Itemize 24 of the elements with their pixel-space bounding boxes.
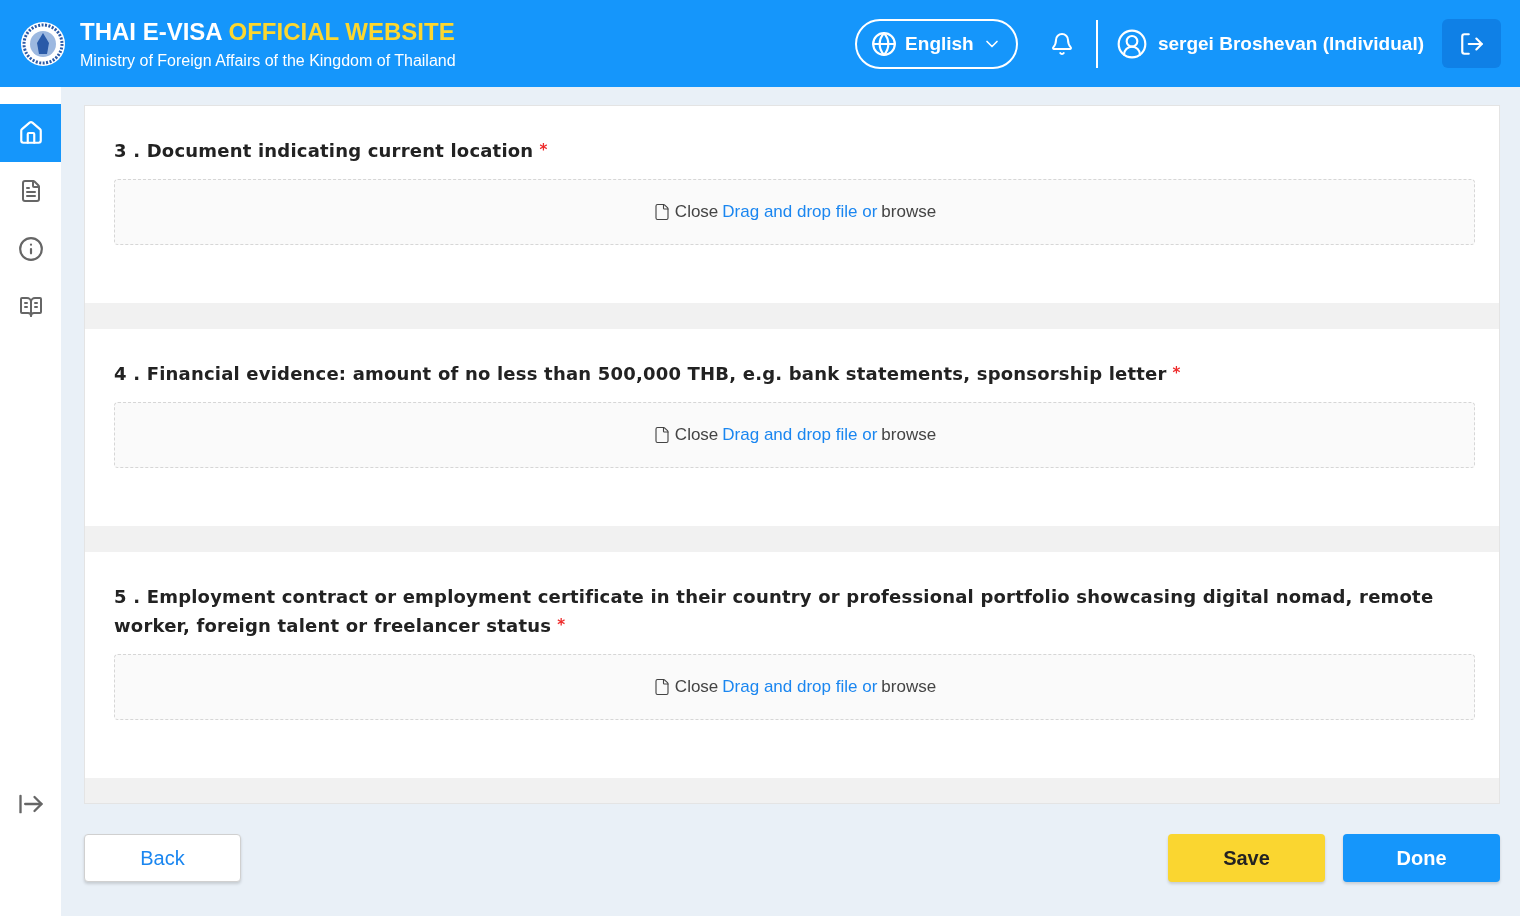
site-subtitle: Ministry of Foreign Affairs of the Kingdom of Thailand: [80, 51, 456, 70]
notification-button[interactable]: [1049, 31, 1074, 56]
user-icon: [1115, 27, 1148, 60]
save-button[interactable]: Save: [1168, 834, 1325, 882]
globe-icon: [871, 30, 898, 57]
file-icon: [652, 203, 671, 221]
back-button[interactable]: Back: [84, 834, 241, 882]
logout-icon: [1458, 30, 1485, 57]
file-icon: [652, 678, 671, 696]
site-title: THAI E-VISA OFFICIAL WEBSITE: [80, 17, 456, 46]
info-icon: [17, 236, 44, 262]
question-title: 3 . Document indicating current location *: [114, 139, 549, 163]
bell-icon: [1049, 31, 1074, 56]
file-drop-zone[interactable]: Close Drag and drop file or browse: [114, 654, 1475, 720]
logout-button[interactable]: [1442, 19, 1501, 68]
question-title: 5 . Employment contract or employment certificate in their country or professional portfolio showcasing digital nomad, remote worker, foreign talent or freelancer status *: [114, 585, 1435, 638]
seal-logo: [20, 20, 66, 67]
question-title: 4 . Financial evidence: amount of no less than 500,000 THB, e.g. bank statements, sponsorship letter *: [114, 362, 1182, 386]
sidebar-item[interactable]: [0, 104, 61, 162]
home-icon: [17, 120, 44, 146]
file-drop-zone[interactable]: Close Drag and drop file or browse: [114, 179, 1475, 245]
file-icon: [652, 426, 671, 444]
file-drop-zone[interactable]: Close Drag and drop file or browse: [114, 402, 1475, 468]
book-icon: [18, 295, 43, 319]
